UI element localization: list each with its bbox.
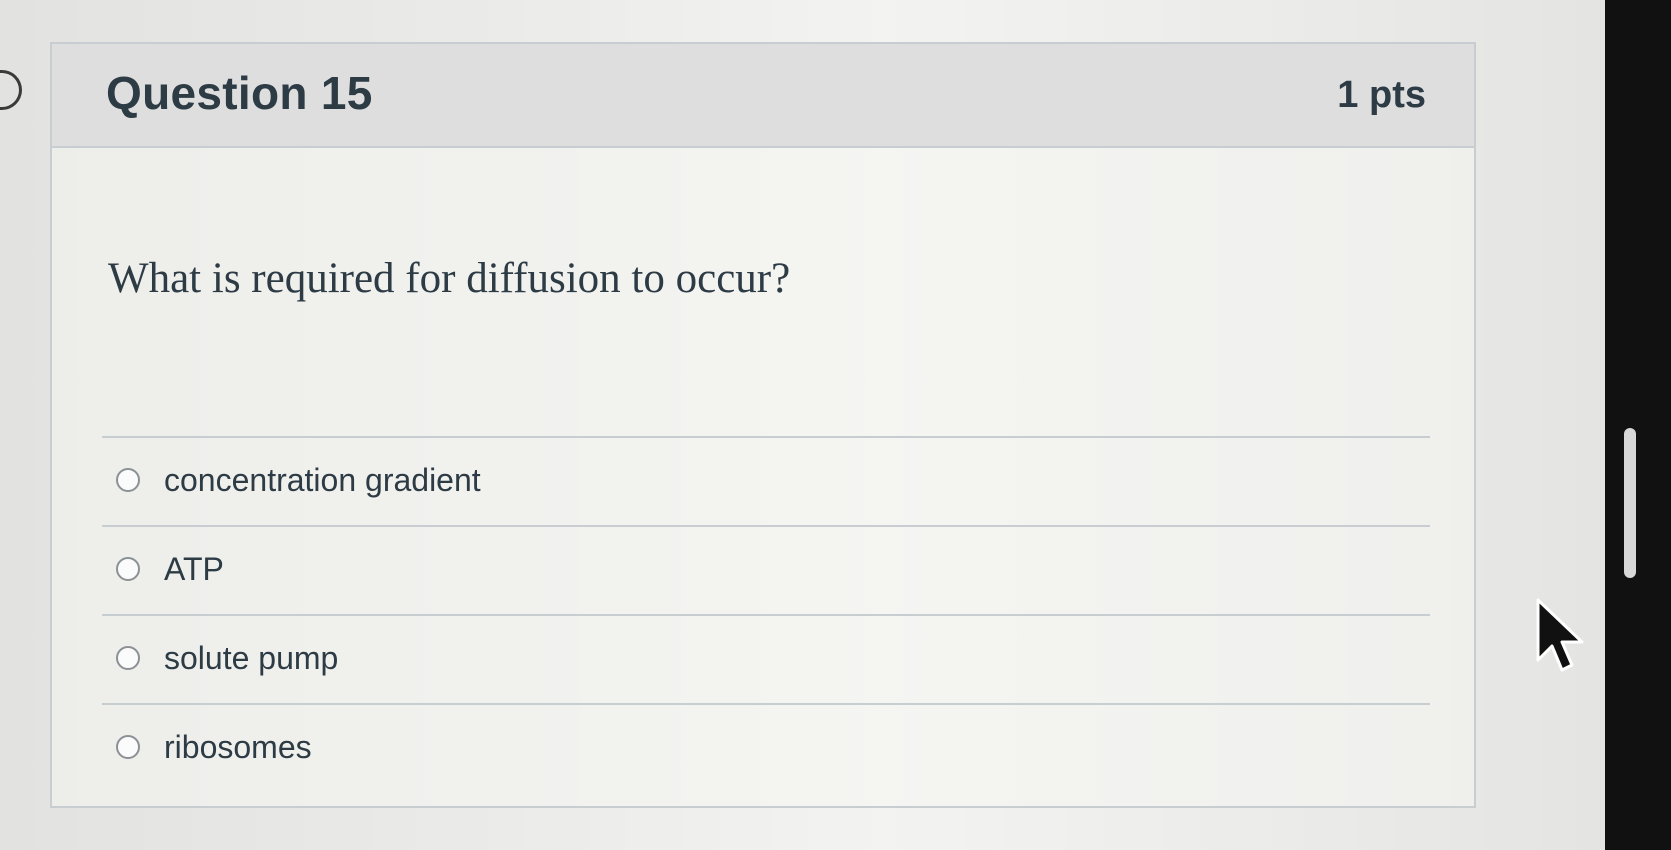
screen-bezel: [1605, 0, 1671, 850]
answer-option-ribosomes[interactable]: ribosomes: [102, 703, 1430, 792]
answer-option-concentration-gradient[interactable]: concentration gradient: [102, 436, 1430, 525]
radio-button[interactable]: [116, 646, 140, 670]
question-card: Question 15 1 pts What is required for d…: [50, 42, 1476, 808]
answer-label[interactable]: solute pump: [164, 640, 338, 677]
question-prompt: What is required for diffusion to occur?: [108, 255, 791, 302]
scrollbar-thumb[interactable]: [1624, 428, 1636, 578]
mouse-pointer-icon: [1536, 598, 1584, 672]
answer-list: concentration gradient ATP solute pump r…: [102, 436, 1430, 792]
radio-button[interactable]: [116, 735, 140, 759]
answer-label[interactable]: ribosomes: [164, 729, 312, 766]
answer-label[interactable]: concentration gradient: [164, 462, 481, 499]
radio-button[interactable]: [116, 468, 140, 492]
question-points: 1 pts: [1337, 74, 1426, 116]
answer-option-atp[interactable]: ATP: [102, 525, 1430, 614]
question-header: Question 15 1 pts: [52, 44, 1474, 148]
radio-button[interactable]: [116, 557, 140, 581]
question-title: Question 15: [106, 67, 373, 119]
answer-label[interactable]: ATP: [164, 551, 224, 588]
answer-option-solute-pump[interactable]: solute pump: [102, 614, 1430, 703]
